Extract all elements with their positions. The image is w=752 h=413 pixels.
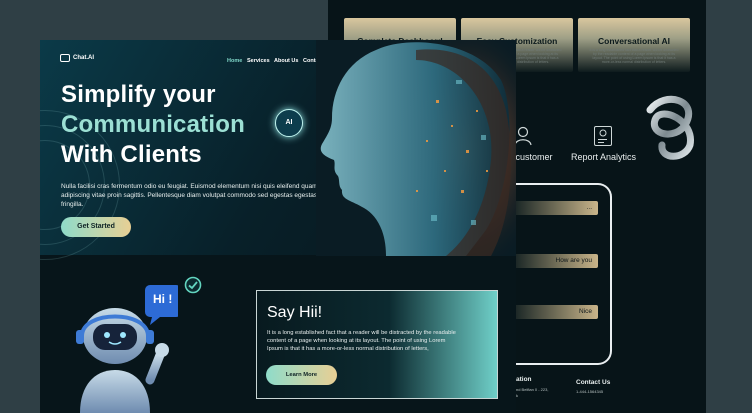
chat-bubble: How are you	[508, 254, 598, 268]
hero-subtitle: Nulla facilisi cras fermentum odio eu fe…	[61, 183, 318, 208]
ai-face-illustration	[316, 40, 516, 256]
customer-support-icon	[514, 126, 532, 146]
footer-heading-contact: Contact Us	[576, 379, 611, 386]
brand-logo[interactable]: Chat.AI	[60, 54, 94, 62]
hero-line-3: With Clients	[61, 141, 202, 168]
get-started-button[interactable]: Get Started	[61, 217, 131, 237]
ai-badge: AI	[275, 109, 303, 137]
footer-phone: 1-444-1564345	[576, 389, 604, 394]
robot-speech-bubble: Hi !	[153, 292, 173, 306]
nav-home[interactable]: Home	[227, 58, 242, 64]
card-title: Conversational AI	[598, 36, 670, 46]
report-analytics-icon	[594, 126, 612, 146]
logo-text: Chat.AI	[73, 55, 94, 61]
say-hi-text: It is a long established fact that a rea…	[267, 330, 456, 352]
card-text: It is a long established fact that a rea…	[589, 48, 679, 64]
robot-logo-icon	[60, 54, 70, 62]
chrome-swirl-decoration	[646, 95, 694, 160]
chat-bubble: Nice	[508, 305, 598, 319]
nav-services[interactable]: Services	[247, 58, 270, 64]
say-hi-title: Say Hii!	[267, 304, 323, 321]
feature-card-conversational-ai: Conversational AI It is a long establish…	[578, 18, 690, 72]
say-hi-card: Say Hii! It is a long established fact t…	[256, 290, 498, 399]
hero-heading: Simplify your Communication With Clients	[61, 80, 245, 170]
chat-bubble: ...	[508, 201, 598, 215]
footer-address: nd Belfian 0 - 223,	[516, 387, 549, 392]
hero-line-2: Communication	[61, 111, 245, 138]
nav-about-us[interactable]: About Us	[274, 58, 298, 64]
footer-heading-location: ation	[516, 376, 532, 383]
hero-line-1: Simplify your	[61, 81, 216, 108]
learn-more-button[interactable]: Learn More	[266, 365, 337, 385]
landing-page-panel: Chat.AI Home Services About Us Contact u…	[40, 40, 516, 413]
feature-label-report-analytics: Report Analytics	[571, 152, 637, 162]
footer-address-line2: k	[516, 393, 518, 398]
check-circle-icon	[184, 276, 202, 294]
